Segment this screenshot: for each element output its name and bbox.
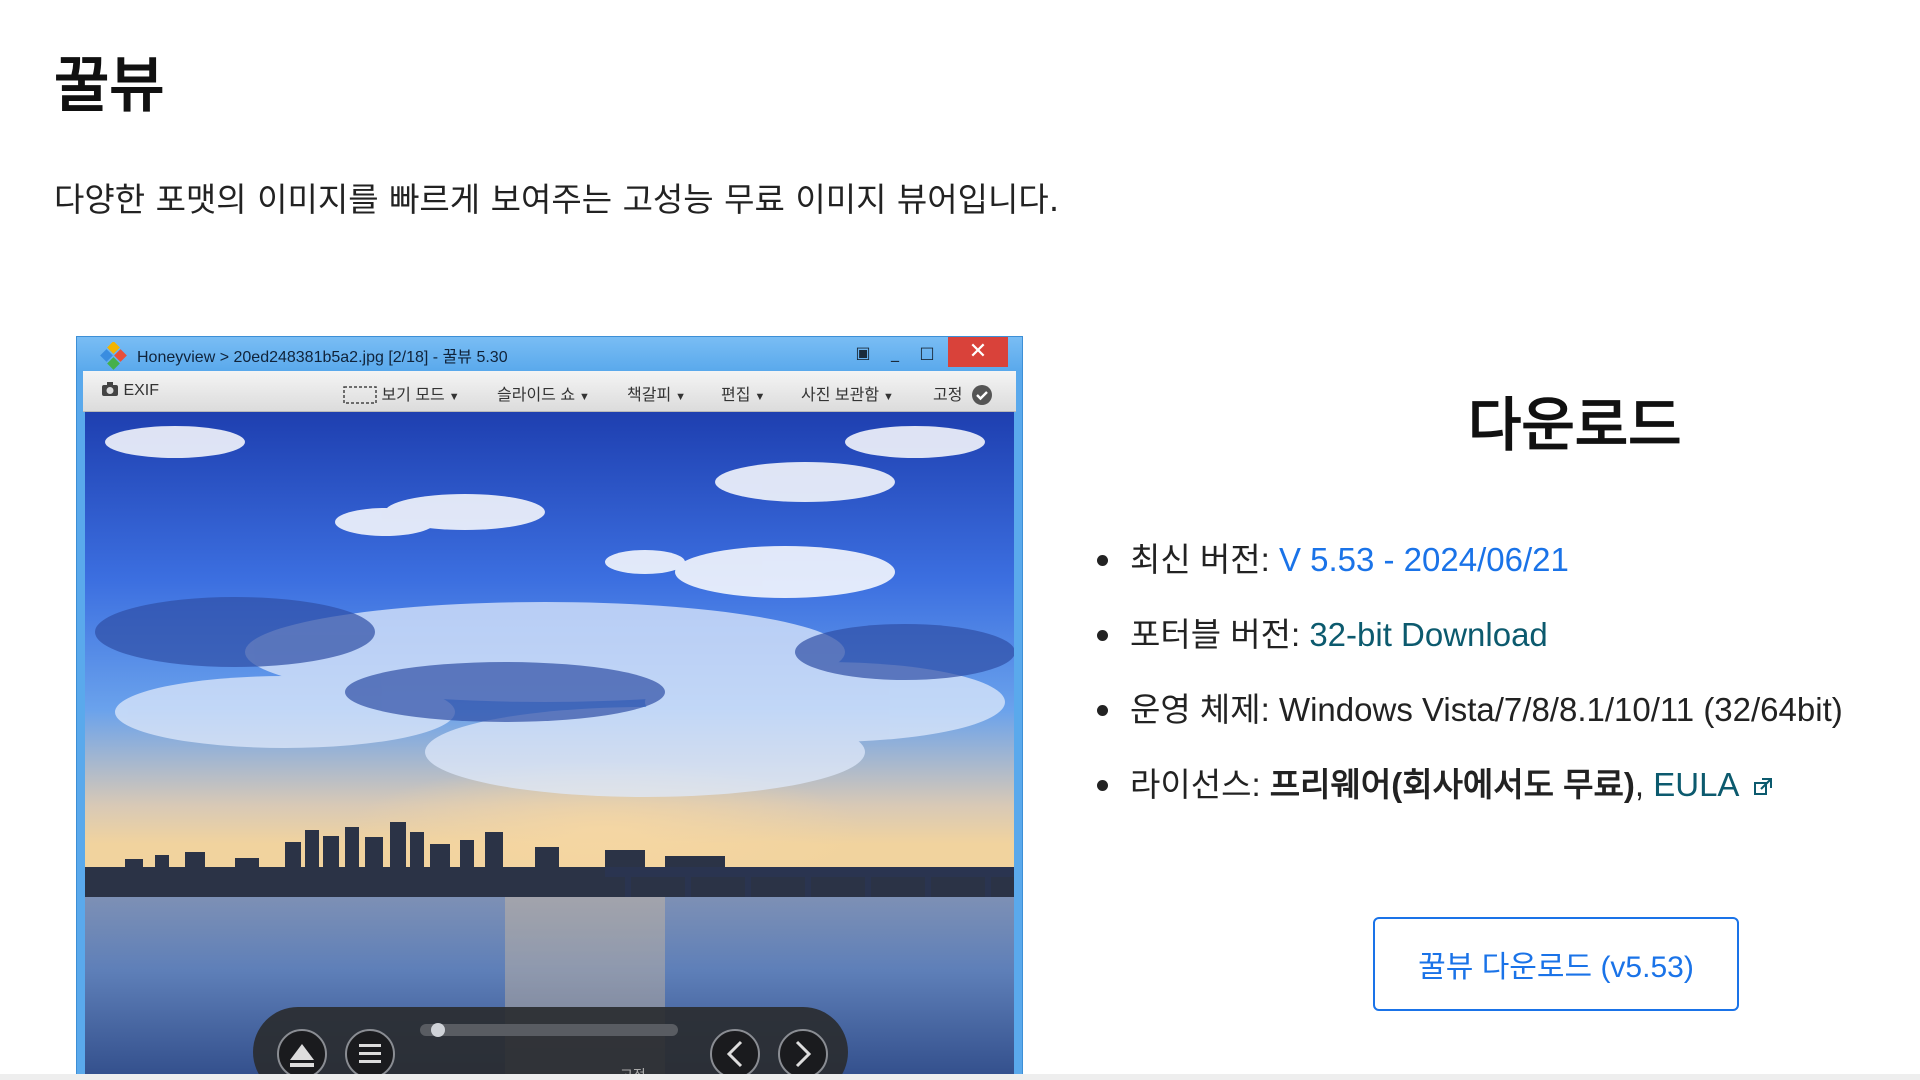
license-label: 라이선스: — [1130, 766, 1270, 803]
photo-box-button[interactable]: 사진 보관함 ▼ — [801, 381, 894, 405]
chevron-down-icon: ▼ — [675, 391, 687, 403]
slideshow-button[interactable]: 슬라이드 쇼 ▼ — [497, 381, 590, 405]
close-button[interactable]: ✕ — [948, 337, 1008, 367]
bullet — [1097, 630, 1108, 641]
bookmark-button[interactable]: 책갈피 ▼ — [627, 381, 686, 405]
chevron-down-icon: ▼ — [754, 391, 766, 403]
camera-icon — [102, 382, 118, 396]
close-icon: ✕ — [968, 339, 988, 364]
portable-version-label: 포터블 버전: — [1130, 616, 1310, 653]
bookmark-label: 책갈피 — [627, 387, 672, 404]
portable-download-link[interactable]: 32-bit Download — [1309, 616, 1547, 653]
photo-preview: 고정 — [85, 412, 1014, 1079]
viewer-toolbar: EXIF 보기 모드 ▼ 슬라이드 쇼 ▼ 책갈피 ▼ 편집 ▼ 사진 보관함 ▼ 고정 — [83, 371, 1016, 412]
view-mode-button[interactable]: 보기 모드 ▼ — [343, 381, 460, 405]
bullet — [1097, 705, 1108, 716]
external-link-icon[interactable] — [1753, 777, 1773, 797]
eula-link[interactable]: EULA — [1653, 766, 1737, 803]
list-item-latest-version: 최신 버전: V 5.53 - 2024/06/21 — [1092, 538, 1843, 582]
check-circle-icon — [971, 385, 992, 405]
license-value: 프리웨어(회사에서도 무료) — [1269, 766, 1635, 803]
chevron-down-icon: ▼ — [579, 391, 590, 403]
edit-button[interactable]: 편집 ▼ — [721, 381, 765, 405]
photo-box-label: 사진 보관함 — [801, 387, 880, 404]
maximize-icon[interactable]: □ — [914, 341, 940, 365]
list-item-os: 운영 체제: Windows Vista/7/8/8.1/10/11 (32/6… — [1092, 688, 1843, 732]
edit-label: 편집 — [721, 387, 751, 404]
exif-button[interactable]: EXIF — [101, 381, 159, 400]
honeyview-logo-icon — [100, 342, 127, 370]
fullscreen-icon[interactable]: ▣ — [850, 341, 876, 365]
pin-label: 고정 — [933, 387, 963, 404]
latest-version-link[interactable]: V 5.53 - 2024/06/21 — [1279, 541, 1569, 578]
exif-label: EXIF — [123, 382, 160, 399]
download-info-list: 최신 버전: V 5.53 - 2024/06/21 포터블 버전: 32-bi… — [1092, 538, 1843, 838]
window-title: Honeyview > 20ed248381b5a2.jpg [2/18] - … — [137, 349, 508, 366]
list-item-license: 라이선스: 프리웨어(회사에서도 무료), EULA — [1092, 763, 1843, 807]
bullet — [1097, 555, 1108, 566]
license-separator: , — [1634, 766, 1654, 803]
minimize-icon[interactable]: _ — [882, 341, 908, 365]
pin-button[interactable]: 고정 — [933, 381, 993, 406]
list-item-portable-version: 포터블 버전: 32-bit Download — [1092, 613, 1843, 657]
slideshow-label: 슬라이드 쇼 — [497, 387, 576, 404]
bullet — [1097, 780, 1108, 791]
os-label: 운영 체제: — [1130, 691, 1279, 728]
river-city-photo: 고정 — [85, 412, 1014, 1079]
latest-version-label: 최신 버전: — [1130, 541, 1279, 578]
page-title: 꿀뷰 — [54, 51, 165, 121]
page-description: 다양한 포맷의 이미지를 빠르게 보여주는 고성능 무료 이미지 뷰어입니다. — [54, 180, 1060, 219]
viewer-screenshot: Honeyview > 20ed248381b5a2.jpg [2/18] - … — [76, 336, 1023, 1080]
view-mode-label: 보기 모드 — [381, 387, 445, 404]
download-button[interactable]: 꿀뷰 다운로드 (v5.53) — [1373, 917, 1739, 1011]
chevron-down-icon: ▼ — [448, 391, 460, 403]
window-titlebar: Honeyview > 20ed248381b5a2.jpg [2/18] - … — [77, 337, 1022, 371]
view-mode-icon — [343, 386, 377, 404]
page-bottom-divider — [0, 1074, 1920, 1080]
os-value: Windows Vista/7/8/8.1/10/11 (32/64bit) — [1278, 691, 1843, 728]
download-title: 다운로드 — [1468, 391, 1682, 459]
chevron-down-icon: ▼ — [883, 391, 894, 403]
